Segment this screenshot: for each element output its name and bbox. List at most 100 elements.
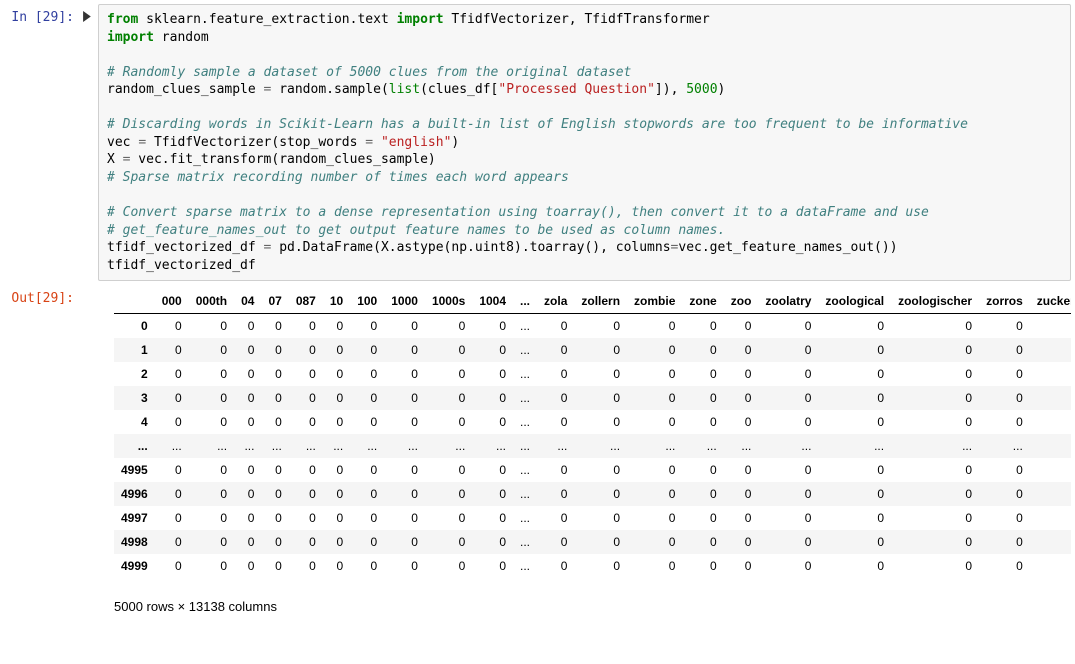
table-cell: 0 xyxy=(574,338,627,362)
column-header: 1000 xyxy=(384,289,425,314)
table-cell: 0 xyxy=(234,482,261,506)
table-cell: 0 xyxy=(818,314,891,339)
table-cell: 0 xyxy=(1030,410,1071,434)
table-cell: 0 xyxy=(472,530,513,554)
table-cell: 0 xyxy=(472,506,513,530)
table-row: 49980000000000...0000000000 xyxy=(114,530,1071,554)
code-input[interactable]: from sklearn.feature_extraction.text imp… xyxy=(98,4,1071,281)
table-cell: 0 xyxy=(891,554,979,578)
table-cell: 0 xyxy=(261,458,288,482)
column-header: zoolatry xyxy=(758,289,818,314)
table-cell: 0 xyxy=(627,410,682,434)
table-cell: 0 xyxy=(724,362,759,386)
table-cell: ... xyxy=(979,434,1030,458)
table-cell: 0 xyxy=(234,338,261,362)
table-cell: 0 xyxy=(472,386,513,410)
table-cell: 0 xyxy=(574,314,627,339)
table-cell: 0 xyxy=(682,338,723,362)
table-cell: 0 xyxy=(758,386,818,410)
table-cell: 0 xyxy=(323,458,350,482)
row-index: 3 xyxy=(114,386,155,410)
table-cell: 0 xyxy=(818,386,891,410)
table-cell: 0 xyxy=(537,530,574,554)
table-cell: 0 xyxy=(1030,386,1071,410)
table-cell: ... xyxy=(513,386,537,410)
table-cell: 0 xyxy=(891,410,979,434)
table-cell: 0 xyxy=(425,554,472,578)
table-cell: 0 xyxy=(234,314,261,339)
table-cell: 0 xyxy=(627,530,682,554)
table-cell: ... xyxy=(289,434,323,458)
table-cell: 0 xyxy=(384,338,425,362)
table-cell: ... xyxy=(537,434,574,458)
table-cell: ... xyxy=(627,434,682,458)
table-cell: 0 xyxy=(350,506,384,530)
table-cell: 0 xyxy=(189,362,234,386)
table-cell: 0 xyxy=(627,362,682,386)
table-row: 49950000000000...0000000000 xyxy=(114,458,1071,482)
table-cell: 0 xyxy=(682,314,723,339)
run-icon xyxy=(82,11,93,22)
table-cell: 0 xyxy=(261,506,288,530)
table-cell: 0 xyxy=(261,554,288,578)
table-cell: 0 xyxy=(323,554,350,578)
table-cell: 0 xyxy=(537,362,574,386)
table-cell: 0 xyxy=(1030,506,1071,530)
table-cell: 0 xyxy=(758,482,818,506)
table-cell: 0 xyxy=(472,482,513,506)
run-button[interactable] xyxy=(82,4,98,281)
table-cell: 0 xyxy=(323,314,350,339)
table-cell: 0 xyxy=(425,482,472,506)
table-cell: 0 xyxy=(724,314,759,339)
column-header: zuckerberg xyxy=(1030,289,1071,314)
table-cell: 0 xyxy=(1030,314,1071,339)
table-cell: 0 xyxy=(818,506,891,530)
table-cell: 0 xyxy=(189,530,234,554)
table-cell: 0 xyxy=(189,554,234,578)
table-cell: 0 xyxy=(261,410,288,434)
table-cell: 0 xyxy=(1030,458,1071,482)
column-header: zoologischer xyxy=(891,289,979,314)
table-cell: 0 xyxy=(979,554,1030,578)
table-cell: 0 xyxy=(234,410,261,434)
table-cell: 0 xyxy=(724,410,759,434)
table-cell: 0 xyxy=(758,458,818,482)
table-cell: 0 xyxy=(234,362,261,386)
table-cell: 0 xyxy=(627,338,682,362)
column-header: zollern xyxy=(574,289,627,314)
output-area: 000000th04070871010010001000s1004...zola… xyxy=(98,285,1071,631)
table-cell: 0 xyxy=(758,554,818,578)
table-cell: 0 xyxy=(537,506,574,530)
table-cell: ... xyxy=(513,338,537,362)
table-cell: 0 xyxy=(155,410,189,434)
table-cell: 0 xyxy=(261,530,288,554)
table-cell: 0 xyxy=(350,530,384,554)
table-cell: 0 xyxy=(979,314,1030,339)
table-cell: 0 xyxy=(682,458,723,482)
table-cell: 0 xyxy=(472,458,513,482)
table-cell: ... xyxy=(350,434,384,458)
table-cell: ... xyxy=(513,554,537,578)
table-cell: ... xyxy=(1030,434,1071,458)
table-cell: 0 xyxy=(472,362,513,386)
table-row: 49960000000000...0000000000 xyxy=(114,482,1071,506)
table-cell: 0 xyxy=(758,362,818,386)
table-cell: 0 xyxy=(472,338,513,362)
table-cell: 0 xyxy=(425,506,472,530)
table-cell: ... xyxy=(513,482,537,506)
table-cell: 0 xyxy=(1030,554,1071,578)
row-index: ... xyxy=(114,434,155,458)
table-cell: 0 xyxy=(891,482,979,506)
table-cell: 0 xyxy=(979,458,1030,482)
table-cell: 0 xyxy=(1030,362,1071,386)
table-cell: ... xyxy=(513,458,537,482)
table-cell: 0 xyxy=(627,386,682,410)
table-cell: ... xyxy=(384,434,425,458)
column-header: 087 xyxy=(289,289,323,314)
table-cell: 0 xyxy=(979,338,1030,362)
table-cell: 0 xyxy=(234,386,261,410)
table-cell: ... xyxy=(472,434,513,458)
table-row: 30000000000...0000000000 xyxy=(114,386,1071,410)
table-cell: 0 xyxy=(818,458,891,482)
input-prompt: In [29]: xyxy=(4,4,82,281)
